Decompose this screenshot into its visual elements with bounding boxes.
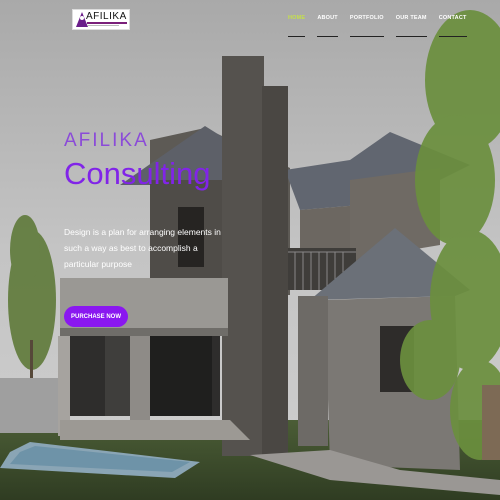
nav-underline [349,36,384,37]
nav-item-label: HOME [288,15,306,21]
nav-item-label: OUR TEAM [395,15,427,21]
nav-underline [438,36,467,37]
nav-item-label: CONTACT [438,15,467,21]
nav-item-home[interactable]: HOME [282,15,311,37]
nav-underline [395,36,427,37]
hero-subtitle: AFILIKA [64,130,149,151]
purchase-now-button[interactable]: PURCHASE NOW [64,306,128,327]
logo-text: AFILIKA [86,11,127,22]
logo-tagline-line [87,25,119,26]
nav-item-portfolio[interactable]: PORTFOLIO [344,15,390,37]
nav-item-label: PORTFOLIO [349,15,384,21]
nav-underline [317,36,338,37]
main-nav: HOME ABOUT PORTFOLIO OUR TEAM CONTACT [282,15,473,37]
nav-item-our-team[interactable]: OUR TEAM [390,15,433,37]
site-logo[interactable]: AFILIKA [72,9,130,30]
nav-item-about[interactable]: ABOUT [311,15,344,37]
hero-description: Design is a plan for arranging elements … [64,227,221,269]
nav-item-label: ABOUT [317,15,338,21]
logo-tagline-bar [87,22,127,24]
hero-title: Consulting [64,156,211,191]
nav-item-contact[interactable]: CONTACT [433,15,473,37]
nav-underline [288,36,306,37]
